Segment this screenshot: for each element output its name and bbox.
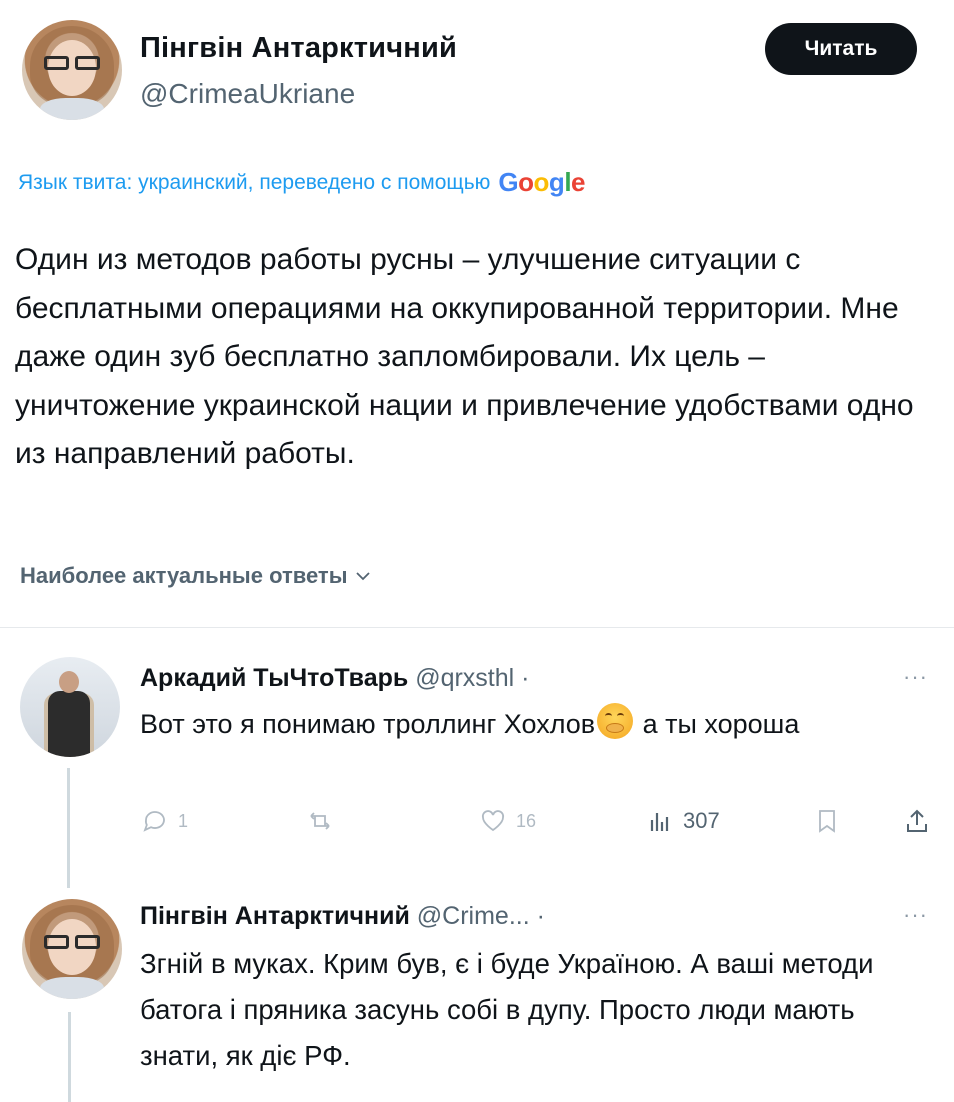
reply-author-avatar[interactable] <box>22 899 122 999</box>
reply-text-part: а ты хороша <box>635 709 800 739</box>
thread-line <box>68 1012 71 1102</box>
reply-text-part: Вот это я понимаю троллинг Хохлов <box>140 709 596 739</box>
more-options-icon[interactable]: ··· <box>903 664 928 690</box>
reply-header[interactable]: Аркадий ТыЧтоТварь @qrxsthl · <box>140 664 530 693</box>
divider <box>0 627 954 628</box>
author-handle[interactable]: @CrimeaUkriane <box>140 78 355 110</box>
heart-icon <box>481 810 505 832</box>
chevron-down-icon <box>356 572 371 581</box>
views-chart-icon <box>650 813 669 831</box>
bookmark-icon <box>819 810 835 833</box>
replies-sort-dropdown[interactable]: Наиболее актуальные ответы <box>20 563 373 589</box>
share-action[interactable] <box>902 806 932 836</box>
comment-icon <box>143 811 165 832</box>
google-logo: Google <box>498 167 586 197</box>
author-avatar[interactable] <box>22 20 122 120</box>
replies-sort-label: Наиболее актуальные ответы <box>20 563 348 588</box>
reply-author-name[interactable]: Пінгвін Антарктичний <box>140 902 410 930</box>
more-options-icon[interactable]: ··· <box>903 902 928 928</box>
retweet-icon <box>310 812 330 830</box>
reply-author-handle[interactable]: @Crime... · <box>417 902 545 930</box>
reply-count: 1 <box>178 810 189 831</box>
reply-author-name[interactable]: Аркадий ТыЧтоТварь <box>140 664 408 692</box>
like-action[interactable]: 16 <box>478 806 536 836</box>
author-name[interactable]: Пінгвін Антарктичний <box>140 32 457 65</box>
translation-note[interactable]: Язык твита: украинский, переведено с пом… <box>18 167 586 198</box>
thread-line <box>67 768 70 888</box>
reply-text: Згній в муках. Крим був, є і буде Україн… <box>140 948 874 1071</box>
reply-author-avatar[interactable] <box>20 657 120 757</box>
follow-button[interactable]: Читать <box>765 23 917 75</box>
translation-note-text: Язык твита: украинский, переведено с пом… <box>18 170 491 194</box>
reply-text: Вот это я понимаю троллинг Хохлов а ты х… <box>140 702 880 747</box>
retweet-action[interactable] <box>305 806 343 836</box>
tweet-text: Один из методов работы русны – улучшение… <box>15 243 914 470</box>
like-count: 16 <box>516 810 537 831</box>
share-icon <box>907 809 927 832</box>
views-action[interactable]: 307 <box>645 806 720 836</box>
reply-header[interactable]: Пінгвін Антарктичний @Crime... · <box>140 902 545 931</box>
views-count: 307 <box>683 808 720 833</box>
tweet-thread-view: Пінгвін Антарктичний @CrimeaUkriane Чита… <box>0 0 954 1102</box>
reply-action[interactable]: 1 <box>140 806 188 836</box>
reply-author-handle[interactable]: @qrxsthl · <box>415 664 529 692</box>
face-with-hand-over-mouth-emoji <box>597 703 634 739</box>
bookmark-action[interactable] <box>812 806 842 836</box>
